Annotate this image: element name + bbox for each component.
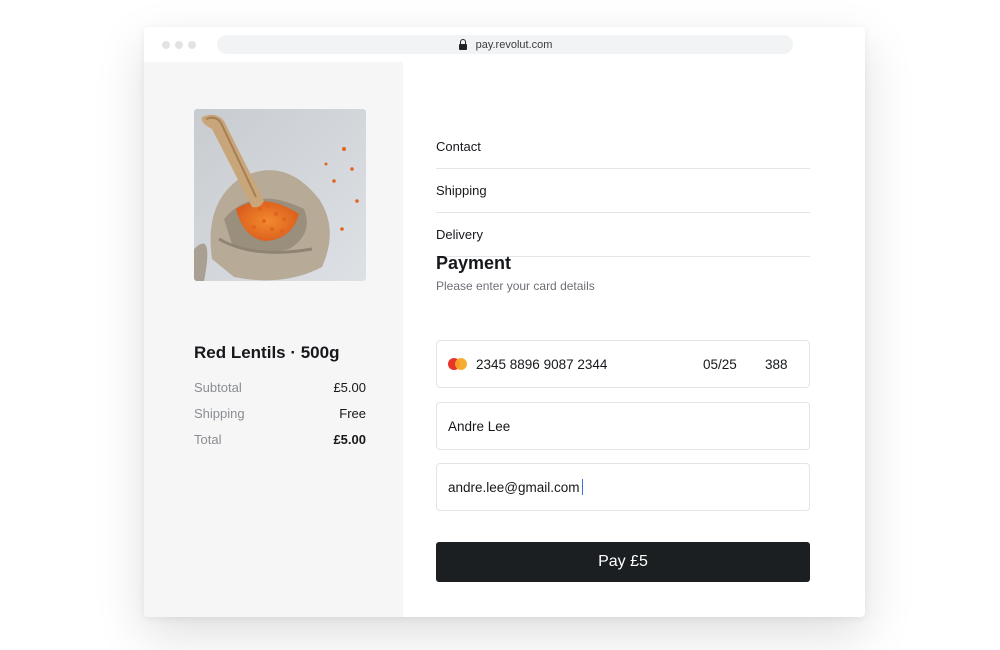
- payment-title: Payment: [436, 253, 512, 273]
- card-cvc-input[interactable]: 388: [765, 357, 809, 372]
- product-name: Red Lentils · 500g: [194, 343, 340, 362]
- text-cursor: [581, 479, 583, 495]
- url-text: pay.revolut.com: [475, 38, 553, 51]
- browser-chrome: pay.revolut.com: [144, 27, 865, 62]
- total-value: £5.00: [333, 432, 366, 447]
- shipping-label: Shipping: [194, 406, 245, 421]
- lock-icon: [458, 38, 468, 51]
- step-label: Delivery: [436, 226, 483, 242]
- window-dot-icon[interactable]: [162, 41, 170, 49]
- name-input[interactable]: Andre Lee: [448, 419, 510, 434]
- order-summary-panel: Red Lentils · 500g Subtotal £5.00 Shippi…: [144, 62, 403, 617]
- step-contact[interactable]: Contact: [436, 124, 810, 169]
- shipping-value: Free: [339, 406, 366, 421]
- email-field[interactable]: andre.lee@gmail.com: [436, 463, 810, 511]
- window-dot-icon[interactable]: [175, 41, 183, 49]
- shipping-row: Shipping Free: [194, 406, 366, 421]
- payment-subtitle: Please enter your card details: [436, 279, 595, 293]
- checkout-panel: Contact Shipping Delivery Payment Please…: [403, 62, 865, 617]
- subtotal-label: Subtotal: [194, 380, 242, 395]
- card-number-input[interactable]: 2345 8896 9087 2344: [476, 357, 703, 372]
- browser-window: pay.revolut.com Red Lentils · 500g Subto…: [144, 27, 865, 617]
- step-label: Shipping: [436, 182, 487, 198]
- step-shipping[interactable]: Shipping: [436, 168, 810, 213]
- window-dot-icon[interactable]: [188, 41, 196, 49]
- step-delivery[interactable]: Delivery: [436, 212, 810, 257]
- email-input[interactable]: andre.lee@gmail.com: [448, 480, 580, 495]
- lentils-product-image: [194, 109, 366, 281]
- total-row: Total £5.00: [194, 432, 366, 447]
- card-expiry-input[interactable]: 05/25: [703, 357, 765, 372]
- pay-button[interactable]: Pay £5: [436, 542, 810, 582]
- total-label: Total: [194, 432, 222, 447]
- name-field[interactable]: Andre Lee: [436, 402, 810, 450]
- mastercard-icon: [448, 358, 468, 370]
- subtotal-value: £5.00: [333, 380, 366, 395]
- address-bar[interactable]: pay.revolut.com: [217, 35, 793, 54]
- card-details-field[interactable]: 2345 8896 9087 2344 05/25 388: [436, 340, 810, 388]
- step-label: Contact: [436, 138, 481, 154]
- subtotal-row: Subtotal £5.00: [194, 380, 366, 395]
